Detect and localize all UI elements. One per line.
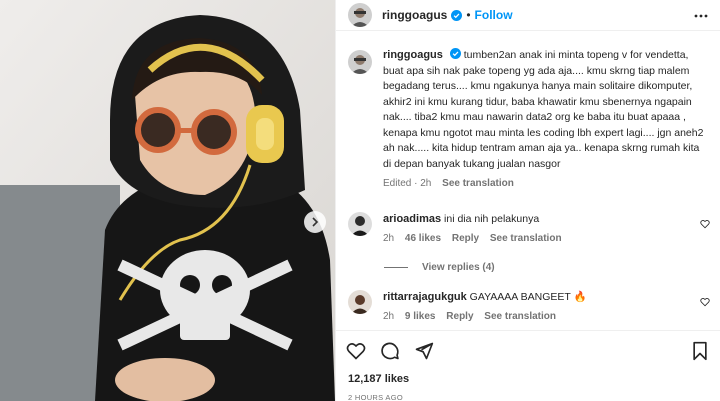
caption-avatar[interactable] — [348, 50, 372, 74]
post-side-panel: ringgoagus • Follow ringgoagus tumben2an… — [335, 0, 720, 401]
author-avatar[interactable] — [348, 3, 372, 27]
follow-button[interactable]: Follow — [475, 8, 513, 22]
more-icon[interactable] — [693, 8, 709, 24]
comment-see-translation[interactable]: See translation — [484, 311, 556, 322]
post-caption: ringgoagus tumben2an anak ini minta tope… — [348, 48, 708, 192]
post-photo[interactable] — [0, 0, 335, 401]
next-arrow-icon — [312, 217, 319, 227]
comment-see-translation[interactable]: See translation — [490, 233, 562, 244]
post-timestamp: 2 HOURS AGO — [348, 393, 403, 401]
post-header: ringgoagus • Follow — [336, 0, 720, 31]
commenter-avatar[interactable] — [348, 290, 372, 314]
comment-item: arioadimas ini dia nih pelakunya 2h 46 l… — [348, 212, 710, 246]
like-heart-icon[interactable] — [346, 341, 366, 361]
reply-button[interactable]: Reply — [446, 311, 473, 322]
reply-button[interactable]: Reply — [452, 233, 479, 244]
comment-age: 2h — [383, 311, 395, 322]
photo-image — [0, 0, 335, 401]
verified-icon — [449, 48, 461, 59]
likes-count[interactable]: 12,187 likes — [348, 373, 409, 385]
commenter-avatar[interactable] — [348, 212, 372, 236]
heart-icon[interactable] — [700, 219, 710, 229]
comment-text: GAYAAAA BANGEET 🔥 — [469, 291, 587, 303]
caption-edited-time: Edited · 2h — [383, 178, 432, 189]
separator-dot: • — [466, 8, 471, 22]
replies-divider — [384, 267, 408, 268]
comment-likes[interactable]: 46 likes — [405, 233, 441, 244]
commenter-username[interactable]: arioadimas — [383, 213, 441, 225]
view-replies-button[interactable]: View replies (4) — [384, 262, 495, 273]
next-photo-button[interactable] — [304, 211, 326, 233]
commenter-username[interactable]: rittarrajagukguk — [383, 291, 467, 303]
author-username[interactable]: ringgoagus — [382, 8, 447, 22]
post-action-bar: 12,187 likes 2 HOURS AGO — [336, 330, 720, 401]
view-replies-label: View replies (4) — [422, 262, 495, 273]
comment-item: rittarrajagukguk GAYAAAA BANGEET 🔥 2h 9 … — [348, 290, 710, 324]
comment-age: 2h — [383, 233, 395, 244]
caption-text: tumben2an anak ini minta topeng v for ve… — [383, 49, 704, 170]
comment-text: ini dia nih pelakunya — [444, 213, 540, 225]
share-icon[interactable] — [414, 341, 434, 361]
bookmark-icon[interactable] — [691, 341, 709, 361]
caption-see-translation[interactable]: See translation — [442, 178, 514, 189]
comment-likes[interactable]: 9 likes — [405, 311, 436, 322]
caption-username[interactable]: ringgoagus — [383, 49, 443, 61]
verified-icon — [451, 9, 463, 21]
heart-icon[interactable] — [700, 297, 710, 307]
comment-icon[interactable] — [380, 341, 400, 361]
